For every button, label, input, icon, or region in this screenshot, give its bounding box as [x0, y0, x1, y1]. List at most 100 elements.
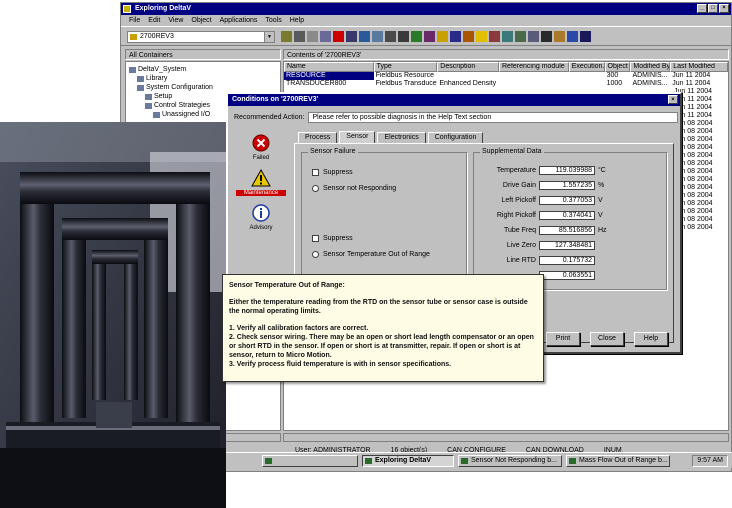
setup-icon [145, 93, 152, 100]
supplemental-data-group: Supplemental Data Temperature 119.039988 °… [473, 148, 667, 290]
left-pane-header: All Containers [125, 49, 281, 60]
workstation-icon[interactable] [528, 31, 539, 42]
advisory-icon [252, 204, 270, 222]
col-name[interactable]: Name [284, 62, 374, 72]
small-icons-icon[interactable] [372, 31, 383, 42]
suppress-checkbox-2[interactable]: Suppress [312, 235, 353, 242]
list-row[interactable]: TRANSDUCER800 Fieldbus Transducer Enhanc… [284, 80, 728, 88]
info-icon[interactable] [567, 31, 578, 42]
copy-icon[interactable] [307, 31, 318, 42]
minimize-button[interactable]: _ [697, 4, 707, 13]
severity-advisory[interactable]: Advisory [236, 204, 286, 231]
severity-failed-label: Failed [252, 155, 270, 161]
delete-icon[interactable] [333, 31, 344, 42]
search-icon[interactable] [554, 31, 565, 42]
control-studio-icon[interactable] [450, 31, 461, 42]
tooltip-step-3: 3. Verify process fluid temperature is w… [229, 361, 452, 368]
col-object[interactable]: Object [604, 62, 631, 72]
tree-item-library[interactable]: Library [129, 74, 277, 83]
help-icon[interactable] [580, 31, 591, 42]
radio[interactable] [312, 185, 319, 192]
cut-icon[interactable] [294, 31, 305, 42]
condition-sensor-temp-out-of-range[interactable]: Sensor Temperature Out of Range [312, 251, 430, 258]
monitor-icon[interactable] [541, 31, 552, 42]
tree-item-deltav-system[interactable]: DeltaV_System [129, 65, 277, 74]
supp-row-temperature: Temperature 119.039988 °C [496, 165, 606, 175]
diagnostics-icon[interactable] [437, 31, 448, 42]
supp-row-right-pickoff: Right Pickoff 0.374041 V [496, 210, 603, 220]
window-title: Exploring DeltaV [135, 5, 192, 12]
menu-tools[interactable]: Tools [265, 15, 281, 26]
network-icon[interactable] [515, 31, 526, 42]
sensor-failure-title: Sensor Failure [308, 148, 358, 155]
menu-edit[interactable]: Edit [148, 15, 160, 26]
task-spacer [262, 455, 358, 467]
operate-icon[interactable] [463, 31, 474, 42]
severity-failed[interactable]: Failed [236, 134, 286, 161]
close-dialog-button[interactable]: Close [590, 332, 624, 346]
task-sensor-not-responding[interactable]: Sensor Not Responding b... [458, 455, 562, 467]
help-button[interactable]: Help [634, 332, 668, 346]
suppress-checkbox-1[interactable]: Suppress [312, 169, 353, 176]
failed-icon [252, 134, 270, 152]
task-mass-flow-out-of-range[interactable]: Mass Flow Out of Range b... [566, 455, 670, 467]
library-icon [137, 75, 144, 82]
dialog-title-bar[interactable]: Conditions on '2700REV3' × [228, 94, 680, 106]
chevron-down-icon[interactable]: ▼ [264, 32, 274, 42]
col-last-modified[interactable]: Last Modified [670, 62, 728, 72]
alarm-icon[interactable] [476, 31, 487, 42]
location-combo[interactable]: 2700REV3 ▼ [127, 31, 275, 43]
warning-icon [251, 168, 271, 187]
col-description[interactable]: Description [437, 62, 499, 72]
tab-electronics[interactable]: Electronics [377, 132, 426, 143]
list-header: Name Type Description Referencing module… [284, 62, 728, 72]
close-button[interactable]: × [719, 4, 729, 13]
toolbar: 2700REV3 ▼ [121, 26, 731, 46]
upload-icon[interactable] [424, 31, 435, 42]
checkbox[interactable] [312, 235, 319, 242]
list-row[interactable]: RESOURCE Fieldbus Resource 300 ADMINIS..… [284, 72, 728, 80]
tab-sensor[interactable]: Sensor [339, 131, 376, 143]
severity-maintenance[interactable]: Maintenance [236, 168, 286, 196]
location-value: 2700REV3 [140, 33, 174, 40]
download-icon[interactable] [411, 31, 422, 42]
col-referencing-module[interactable]: Referencing module [499, 62, 569, 72]
supp-row-tube-freq: Tube Freq 85.516856 Hz [503, 225, 607, 235]
col-execution[interactable]: Execution... [568, 62, 605, 72]
right-scrollbar[interactable] [283, 433, 729, 442]
severity-maintenance-label: Maintenance [236, 190, 286, 196]
folder-icon [130, 34, 137, 40]
paste-icon[interactable] [320, 31, 331, 42]
condition-sensor-not-responding[interactable]: Sensor not Responding [312, 185, 396, 192]
recommended-label: Recommended Action: [234, 114, 305, 121]
details-icon[interactable] [398, 31, 409, 42]
properties-icon[interactable] [346, 31, 357, 42]
strategy-icon [145, 102, 152, 109]
chart-icon[interactable] [502, 31, 513, 42]
checkbox[interactable] [312, 169, 319, 176]
system-tray-clock: 9:57 AM [692, 455, 728, 467]
severity-column: Failed Maintenance Advisory [236, 134, 286, 239]
system-icon [129, 66, 136, 73]
menu-help[interactable]: Help [290, 15, 304, 26]
col-modified-by[interactable]: Modified By [630, 62, 671, 72]
up-folder-icon[interactable] [281, 31, 292, 42]
title-bar[interactable]: Exploring DeltaV _ □ × [121, 3, 731, 15]
radio[interactable] [312, 251, 319, 258]
tree-item-system-configuration[interactable]: System Configuration [129, 83, 277, 92]
maximize-button[interactable]: □ [708, 4, 718, 13]
large-icons-icon[interactable] [359, 31, 370, 42]
dialog-close-button[interactable]: × [668, 95, 678, 104]
menu-applications[interactable]: Applications [220, 15, 258, 26]
col-type[interactable]: Type [373, 62, 438, 72]
menu-file[interactable]: File [129, 15, 140, 26]
print-button[interactable]: Print [546, 332, 580, 346]
menu-view[interactable]: View [168, 15, 183, 26]
menu-object[interactable]: Object [191, 15, 211, 26]
list-icon[interactable] [385, 31, 396, 42]
history-icon[interactable] [489, 31, 500, 42]
tab-process[interactable]: Process [298, 132, 338, 143]
task-exploring-deltav[interactable]: Exploring DeltaV [362, 455, 454, 467]
tab-configuration[interactable]: Configuration [427, 132, 484, 143]
menu-bar: File Edit View Object Applications Tools… [121, 15, 731, 26]
